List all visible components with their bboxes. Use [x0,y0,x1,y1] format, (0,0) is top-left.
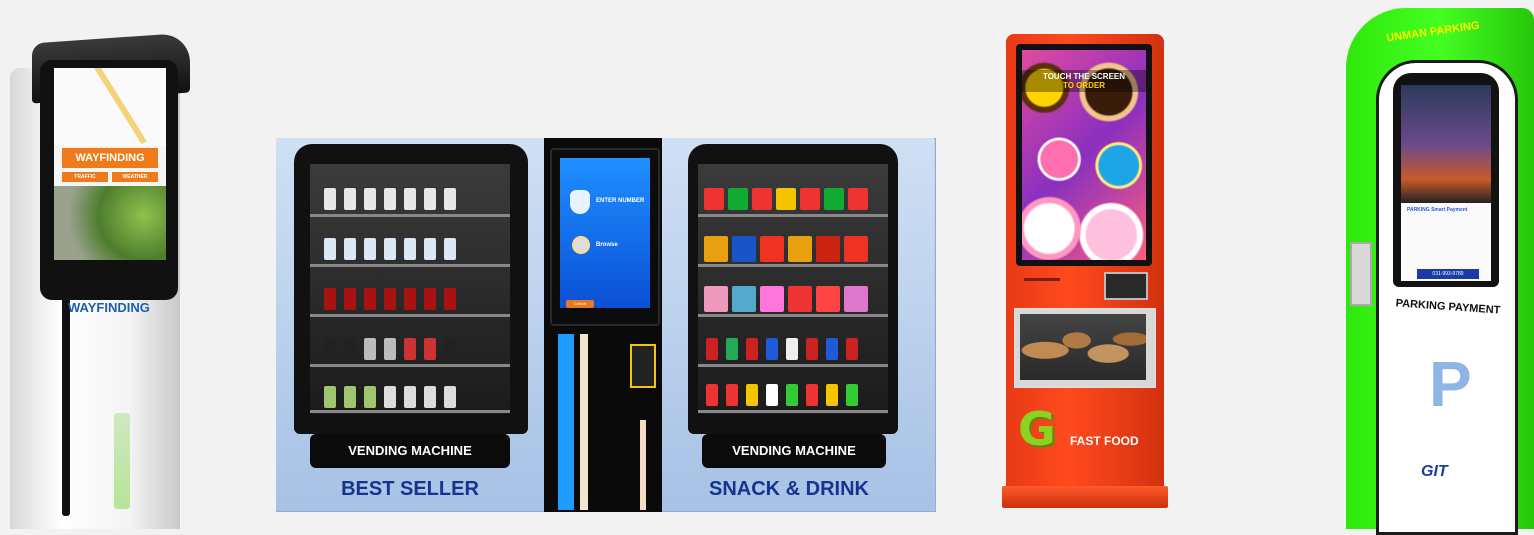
fast-food-logo-letter: G [1018,402,1056,456]
city-image [1401,85,1491,203]
git-brand-logo: GIT [1421,463,1448,480]
browse-label: Browse [596,242,618,248]
traffic-button: TRAFFIC [62,172,108,182]
fast-food-kiosk: TOUCH THE SCREEN TO ORDER G FAST FOOD [1002,34,1172,508]
parking-screen-logo: PARKING Smart Payment [1407,207,1468,213]
left-display-window [294,144,528,434]
shelf [698,264,888,267]
kiosk-screen-frame: WAYFINDING TRAFFIC WEATHER [40,60,178,300]
touch-banner-line2: TO ORDER [1062,81,1106,90]
bread-image [1020,314,1146,380]
kiosk-face: PARKING Smart Payment 031-993-9789 PARKI… [1376,60,1518,535]
left-product-shelves [310,164,510,414]
vending-kiosk: VENDING MACHINE BEST SELLER ENTER NUMBER… [276,138,936,512]
touch-banner-line1: TOUCH THE SCREEN [1042,72,1126,81]
center-touch-screen: ENTER NUMBER Browse Cancel [560,158,650,308]
dispense-slot [640,420,646,510]
center-control-panel: ENTER NUMBER Browse Cancel [544,138,662,512]
wayfinding-kiosk: WAYFINDING TRAFFIC WEATHER WAYFINDING [10,32,190,529]
shelf [698,214,888,217]
parking-phone: 031-993-9789 [1417,269,1479,279]
kiosk-light-strip [114,413,130,509]
shelf [310,364,510,367]
bread-display [1014,308,1156,388]
leaf-image [54,186,166,260]
blue-light-strip [558,334,574,510]
receipt-printer [1104,272,1148,300]
hand-icon [570,190,590,214]
shelf [310,410,510,413]
map-road [94,68,147,145]
wayfinding-body-label: WAYFINDING [68,300,150,315]
shelf [698,364,888,367]
order-screen: TOUCH THE SCREEN TO ORDER [1016,44,1152,266]
shelf [698,410,888,413]
cream-light-strip [580,334,588,510]
left-nameplate: VENDING MACHINE [310,434,510,468]
right-display-window [688,144,898,434]
snack-drink-title: SNACK & DRINK [709,478,869,500]
fast-food-logo-text: FAST FOOD [1070,434,1139,448]
parking-screen: PARKING Smart Payment 031-993-9789 [1401,85,1491,281]
center-screen-frame: ENTER NUMBER Browse Cancel [550,148,660,326]
payment-terminal [630,344,656,388]
kiosk-screen: WAYFINDING TRAFFIC WEATHER [54,68,166,260]
shelf [310,264,510,267]
parking-screen-frame: PARKING Smart Payment 031-993-9789 [1393,73,1499,287]
kiosk-base [1002,486,1168,508]
kiosk-side-slot [62,286,70,516]
magnifier-icon [572,236,590,254]
weather-button: WEATHER [112,172,158,182]
enter-number-label: ENTER NUMBER [596,198,645,204]
shelf [698,314,888,317]
ticket-reader [1350,242,1372,306]
parking-kiosk: UNMAN PARKING PARKING Smart Payment 031-… [1346,8,1534,535]
card-slot [1024,278,1060,281]
parking-symbol: P [1429,348,1472,420]
shelf [310,214,510,217]
best-seller-title: BEST SELLER [341,478,479,500]
map-view [54,68,166,146]
cancel-button: Cancel [566,300,594,308]
right-nameplate: VENDING MACHINE [702,434,886,468]
parking-payment-label: PARKING PAYMENT [1395,297,1501,317]
shelf [310,314,510,317]
right-product-shelves [698,164,888,414]
wayfinding-screen-button: WAYFINDING [62,148,158,168]
touch-banner: TOUCH THE SCREEN TO ORDER [1022,70,1146,92]
